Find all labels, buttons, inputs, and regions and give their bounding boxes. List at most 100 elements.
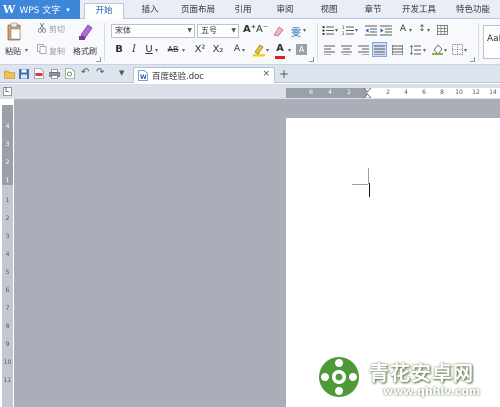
strikethrough-button[interactable]: AB <box>164 45 182 54</box>
open-folder-icon[interactable] <box>4 69 15 79</box>
margin-corner-mark <box>352 184 368 185</box>
tab-special-features[interactable]: 特色功能 <box>448 3 498 19</box>
app-menu-button[interactable]: W WPS 文字 ▾ <box>0 0 80 19</box>
tab-references[interactable]: 引用 <box>226 3 260 19</box>
new-tab-button[interactable]: + <box>279 67 289 81</box>
tab-stop-selector[interactable]: L <box>3 86 12 96</box>
ruler-tick: 8 <box>5 323 10 330</box>
print-icon[interactable] <box>49 69 60 79</box>
clear-formatting-icon[interactable] <box>272 25 284 37</box>
undo-icon[interactable]: ↶ <box>81 67 89 78</box>
align-right-icon[interactable] <box>358 45 369 55</box>
copy-button[interactable]: 复制 <box>49 46 65 57</box>
close-tab-icon[interactable]: × <box>262 69 270 79</box>
paste-icon[interactable] <box>6 22 22 42</box>
group-divider <box>478 23 479 61</box>
align-left-icon[interactable] <box>324 45 335 55</box>
chevron-down-icon[interactable]: ▾ <box>155 47 158 54</box>
ruler-tick: 6 <box>422 89 426 96</box>
tab-home[interactable]: 开始 <box>84 3 124 20</box>
highlighter-icon[interactable] <box>252 43 266 57</box>
chevron-down-icon[interactable]: ▾ <box>427 27 430 34</box>
decrease-indent-icon[interactable] <box>365 25 377 36</box>
tab-review[interactable]: 审阅 <box>268 3 302 19</box>
tab-insert[interactable]: 插入 <box>132 3 168 19</box>
shrink-font-button[interactable]: A⁻ <box>256 24 268 35</box>
indent-marker-icon[interactable] <box>364 88 371 98</box>
character-shading-button[interactable]: A <box>296 44 307 55</box>
font-color-swatch <box>275 56 285 59</box>
font-launcher-icon[interactable] <box>309 57 314 62</box>
print-preview-icon[interactable] <box>65 68 75 79</box>
chevron-down-icon[interactable]: ▾ <box>464 47 467 54</box>
text-direction-button[interactable]: A <box>397 24 409 34</box>
phonetic-guide-button[interactable]: 雯 <box>290 24 302 39</box>
save-icon[interactable] <box>19 69 29 79</box>
document-tab[interactable]: W 百度经验.doc × <box>133 67 275 83</box>
ruler-tick: 10 <box>3 359 12 366</box>
paragraph-shading-icon[interactable] <box>432 44 443 55</box>
ruler-tick: 6 <box>5 287 10 294</box>
chevron-down-icon[interactable]: ▾ <box>409 27 412 34</box>
chevron-down-icon[interactable]: ▾ <box>182 47 185 54</box>
tab-page-layout[interactable]: 页面布局 <box>174 3 222 19</box>
chevron-down-icon[interactable]: ▾ <box>303 27 306 34</box>
distributed-align-icon[interactable] <box>392 45 403 55</box>
chevron-down-icon: ▼ <box>187 27 192 34</box>
tab-chapter[interactable]: 章节 <box>356 3 390 19</box>
export-pdf-icon[interactable] <box>34 68 44 79</box>
ruler-tick: 4 <box>5 123 10 130</box>
ruler-tick: 2 <box>386 89 390 96</box>
vertical-ruler-ticks: 4 3 2 1 1 2 3 4 5 6 7 8 9 10 11 <box>2 105 13 407</box>
wps-logo-icon: W <box>3 3 16 16</box>
format-painter-button[interactable]: 格式刷 <box>73 46 97 57</box>
table-grid-icon[interactable] <box>437 25 448 35</box>
bullet-list-icon[interactable] <box>322 25 334 36</box>
ruler-tick: 7 <box>5 305 10 312</box>
watermark-url: www.qhhlv.com <box>383 385 481 398</box>
borders-icon[interactable] <box>452 44 463 55</box>
paste-button[interactable]: 粘贴 <box>5 46 21 57</box>
chevron-down-icon[interactable]: ▾ <box>423 47 426 54</box>
ruler-tick: 8 <box>440 89 444 96</box>
increase-indent-icon[interactable] <box>380 25 392 36</box>
paste-dropdown-icon[interactable]: ▾ <box>25 47 28 54</box>
format-painter-icon[interactable] <box>78 22 94 42</box>
font-color-button[interactable]: A <box>274 43 286 54</box>
numbered-list-icon[interactable]: 12 <box>342 25 354 36</box>
grow-font-button[interactable]: A⁺ <box>243 24 256 35</box>
chevron-down-icon[interactable]: ▾ <box>355 27 358 34</box>
paragraph-launcher-icon[interactable] <box>470 57 475 62</box>
ruler-tick: 6 <box>309 89 313 96</box>
tab-developer-tools[interactable]: 开发工具 <box>396 3 442 19</box>
redo-icon[interactable]: ↷ <box>96 67 104 78</box>
ruler-tick: 4 <box>328 89 332 96</box>
clipboard-launcher-icon[interactable] <box>96 57 101 62</box>
font-size-value: 五号 <box>201 26 217 35</box>
svg-text:W: W <box>140 74 147 81</box>
chevron-down-icon[interactable]: ▾ <box>266 47 269 54</box>
align-center-icon[interactable] <box>341 45 352 55</box>
font-size-select[interactable]: 五号 ▼ <box>197 24 239 38</box>
cut-button[interactable]: 剪切 <box>49 24 65 35</box>
copy-icon[interactable] <box>37 44 47 54</box>
chevron-down-icon[interactable]: ▾ <box>288 47 291 54</box>
underline-button[interactable]: U <box>143 44 155 55</box>
scissors-icon[interactable] <box>37 23 47 33</box>
chevron-down-icon[interactable]: ▾ <box>335 27 338 34</box>
tab-view[interactable]: 视图 <box>312 3 346 19</box>
superscript-button[interactable]: X² <box>192 44 208 55</box>
italic-button[interactable]: I <box>128 44 140 55</box>
document-tab-bar: ↶ ↷ ▼ W 百度经验.doc × + <box>0 65 500 83</box>
justify-icon <box>374 45 385 55</box>
text-cursor <box>369 183 370 197</box>
bold-button[interactable]: B <box>113 44 125 55</box>
customize-toolbar-icon[interactable]: ▼ <box>119 69 124 77</box>
line-spacing-icon[interactable] <box>410 45 421 55</box>
chevron-down-icon[interactable]: ▾ <box>242 47 245 54</box>
subscript-button[interactable]: X₂ <box>210 44 226 55</box>
chevron-down-icon[interactable]: ▾ <box>444 47 447 54</box>
style-gallery-item[interactable]: AaB <box>483 25 500 59</box>
font-name-select[interactable]: 宋体 ▼ <box>111 24 195 38</box>
justify-button[interactable] <box>372 42 387 57</box>
